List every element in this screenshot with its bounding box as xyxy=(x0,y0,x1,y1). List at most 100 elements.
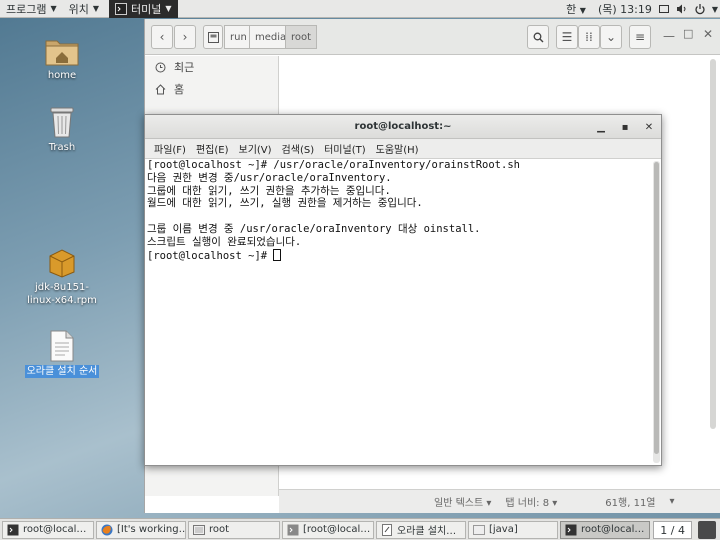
chevron-down-icon[interactable]: ▼ xyxy=(712,5,718,14)
desktop-icon-home[interactable]: home xyxy=(20,36,104,82)
taskbar-item-terminal-1[interactable]: root@local… xyxy=(2,520,94,539)
view-options-button[interactable]: ⌄ xyxy=(600,25,622,49)
desktop-icon-oracle-notes[interactable]: 오라클 설치 순서 xyxy=(20,330,104,378)
search-icon xyxy=(533,32,543,42)
minimize-button[interactable]: ▁ xyxy=(593,119,609,135)
sidebar-item-recent[interactable]: 최근 xyxy=(145,56,278,78)
package-icon xyxy=(49,249,75,278)
desktop-icon-label: jdk-8u151-linux-x64.rpm xyxy=(27,282,97,306)
menu-terminal[interactable]: 터미널(T) xyxy=(319,141,371,156)
list-icon: ☰ xyxy=(561,30,573,44)
applications-menu[interactable]: 프로그램 ▼ xyxy=(0,0,63,18)
workspace-switcher[interactable]: 1 / 4 xyxy=(653,521,692,539)
breadcrumb-root[interactable]: root xyxy=(285,25,318,49)
text-editor-icon xyxy=(382,523,392,536)
taskbar-item-java-folder[interactable]: [java] xyxy=(468,520,558,539)
volume-icon[interactable] xyxy=(676,3,688,15)
desktop-icon-jdk-rpm[interactable]: jdk-8u151-linux-x64.rpm xyxy=(20,248,104,307)
list-view-button[interactable]: ☰ xyxy=(556,25,578,49)
input-method-indicator[interactable]: 한 ▼ xyxy=(566,1,586,17)
terminal-line: [root@localhost ~]# /usr/oracle/oraInven… xyxy=(147,159,520,171)
taskbar-item-label: root@local… xyxy=(23,524,87,535)
active-app-menu[interactable]: 터미널 ▼ xyxy=(109,0,178,18)
chevron-down-icon: ▼ xyxy=(165,4,172,13)
scrollbar-thumb[interactable] xyxy=(654,162,659,454)
close-button[interactable]: ✕ xyxy=(703,27,713,41)
sidebar-item-label: 홈 xyxy=(174,83,185,96)
text-file-icon xyxy=(50,330,74,362)
menu-help[interactable]: 도움말(H) xyxy=(371,141,424,156)
places-menu[interactable]: 위치 ▼ xyxy=(63,0,105,18)
sidebar-item-home[interactable]: 홈 xyxy=(145,78,278,100)
taskbar-item-terminal-active[interactable]: root@local… xyxy=(560,520,650,539)
back-button[interactable]: ‹ xyxy=(151,25,173,49)
disk-icon xyxy=(207,31,219,43)
path-toggle-button[interactable] xyxy=(203,25,223,49)
taskbar-item-root-folder[interactable]: root xyxy=(188,520,280,539)
chevron-down-icon: ⌄ xyxy=(605,30,617,44)
terminal-icon xyxy=(287,524,299,535)
menu-button[interactable]: ≡ xyxy=(629,25,651,49)
power-icon[interactable] xyxy=(694,3,706,15)
terminal-prompt-line: [root@localhost ~]# xyxy=(147,248,649,262)
terminal-icon xyxy=(565,524,577,535)
menu-view[interactable]: 보기(V) xyxy=(234,141,277,156)
menu-search[interactable]: 검색(S) xyxy=(277,141,320,156)
minimize-button[interactable]: — xyxy=(663,29,675,43)
chevron-left-icon: ‹ xyxy=(159,30,165,44)
folder-icon xyxy=(193,524,205,535)
taskbar-item-label: [java] xyxy=(489,524,518,535)
desktop-icon-trash[interactable]: Trash xyxy=(20,106,104,154)
terminal-window: root@localhost:~ ▁ ▪ ✕ 파일(F) 편집(E) 보기(V)… xyxy=(144,114,662,466)
terminal-scrollbar[interactable] xyxy=(653,161,660,463)
terminal-line: 그룹에 대한 읽기, 쓰기 권한을 추가하는 중입니다. xyxy=(147,184,391,197)
top-bar: 프로그램 ▼ 위치 ▼ 터미널 ▼ 한 ▼ (목) 13:19 ▼ xyxy=(0,0,720,18)
active-app-label: 터미널 xyxy=(131,2,162,16)
terminal-menubar: 파일(F) 편집(E) 보기(V) 검색(S) 터미널(T) 도움말(H) xyxy=(145,139,661,159)
chevron-down-icon: ▼ xyxy=(579,6,586,15)
grid-view-button[interactable]: ⁞⁞ xyxy=(578,25,600,49)
terminal-output[interactable]: [root@localhost ~]# /usr/oracle/oraInven… xyxy=(145,159,651,465)
taskbar-item-label: root xyxy=(209,524,230,535)
desktop-icon-label: 오라클 설치 순서 xyxy=(24,365,100,378)
tab-width-selector[interactable]: 탭 너비: 8 ▾ xyxy=(505,494,557,509)
taskbar: root@local… [It's working… root [root@lo… xyxy=(0,518,720,540)
forward-button[interactable]: › xyxy=(174,25,196,49)
firefox-icon xyxy=(101,524,113,535)
editor-status-bar: 일반 텍스트 ▾ 탭 너비: 8 ▾ 61행, 11열 ▾ xyxy=(279,489,720,513)
chevron-down-icon: ▼ xyxy=(92,4,100,13)
taskbar-item-terminal-2[interactable]: [root@local… xyxy=(282,520,374,539)
text-type-selector[interactable]: 일반 텍스트 ▾ xyxy=(434,494,491,509)
places-label: 위치 xyxy=(68,2,89,16)
input-method-label: 한 xyxy=(566,3,577,16)
terminal-icon xyxy=(115,2,128,15)
terminal-line: 그룹 이름 변경 중 /usr/oracle/oraInventory 대상 o… xyxy=(147,222,481,235)
file-manager-scrollbar[interactable] xyxy=(710,59,716,429)
window-icon[interactable] xyxy=(658,3,670,15)
taskbar-item-text-editor[interactable]: 오라클 설치… xyxy=(376,520,466,539)
maximize-button[interactable]: ▪ xyxy=(617,119,633,135)
maximize-button[interactable]: □ xyxy=(683,27,693,40)
desktop-icon-label: home xyxy=(47,70,77,81)
close-button[interactable]: ✕ xyxy=(641,119,657,135)
insert-mode-selector[interactable]: ▾ xyxy=(670,496,675,507)
terminal-titlebar[interactable]: root@localhost:~ ▁ ▪ ✕ xyxy=(145,115,661,139)
terminal-line: 월드에 대한 읽기, 쓰기, 실행 권한을 제거하는 중입니다. xyxy=(147,197,423,210)
sidebar-item-label: 최근 xyxy=(174,61,195,74)
clock[interactable]: (목) 13:19 xyxy=(598,1,652,17)
terminal-line: 다음 권한 변경 중/usr/oracle/oraInventory. xyxy=(147,171,392,184)
tab-width-label: 탭 너비: 8 xyxy=(505,498,550,509)
home-icon xyxy=(155,83,166,94)
search-button[interactable] xyxy=(527,25,549,49)
taskbar-item-firefox[interactable]: [It's working… xyxy=(96,520,186,539)
terminal-icon xyxy=(7,524,19,535)
menu-file[interactable]: 파일(F) xyxy=(149,141,191,156)
terminal-prompt: [root@localhost ~]# xyxy=(147,249,274,262)
desktop-icon-label: Trash xyxy=(48,142,76,153)
notification-tray-button[interactable] xyxy=(698,521,716,539)
folder-icon xyxy=(473,524,485,535)
grid-icon: ⁞⁞ xyxy=(585,30,593,44)
menu-edit[interactable]: 편집(E) xyxy=(191,141,234,156)
applications-label: 프로그램 xyxy=(6,2,47,16)
